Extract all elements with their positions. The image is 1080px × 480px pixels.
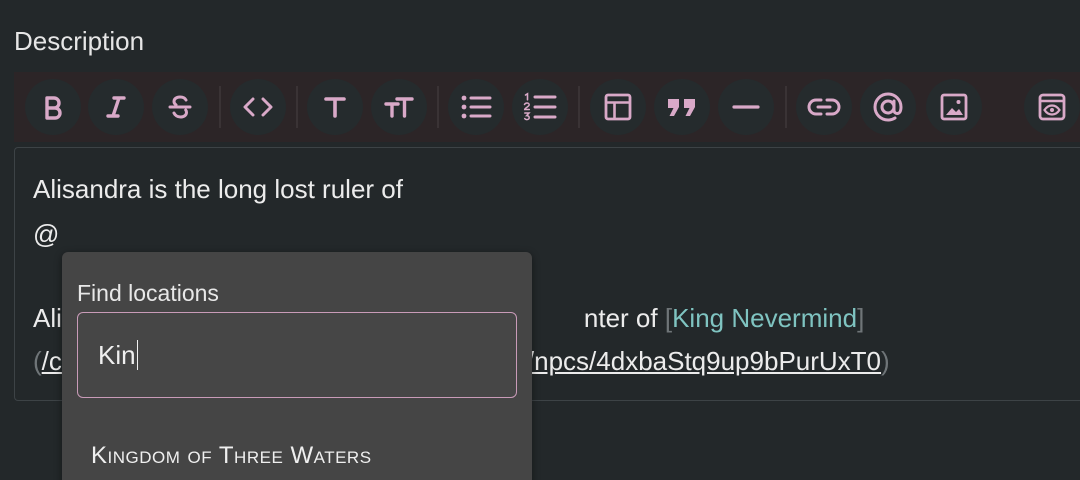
toolbar-separator: [219, 86, 221, 128]
link-bracket: ]: [857, 303, 865, 333]
code-icon: [243, 97, 273, 117]
numbered-list-button[interactable]: [512, 79, 568, 135]
quote-icon: [668, 99, 695, 116]
field-label: Description: [14, 26, 145, 56]
toolbar-separator: [296, 86, 298, 128]
link-paren: (: [33, 346, 42, 376]
heading-icon: [324, 97, 346, 118]
editor-text: Ali: [33, 303, 62, 333]
table-icon: [604, 93, 632, 121]
editor-toolbar: [14, 72, 1080, 142]
quote-button[interactable]: [654, 79, 710, 135]
editor-text: nter of: [583, 303, 665, 333]
page: Description Alisandra is the long lost r…: [0, 0, 1080, 480]
numbered-list-icon: [523, 92, 557, 121]
editor-line-mention-trigger: @: [33, 219, 60, 249]
link-button[interactable]: [796, 79, 852, 135]
editor-line: Alisandra is the long lost ruler of: [33, 174, 403, 204]
text-caret: [136, 340, 139, 370]
toolbar-separator: [437, 86, 439, 128]
italic-button[interactable]: [88, 79, 144, 135]
dropdown-result-item[interactable]: Kingdom of Three Waters: [91, 442, 372, 470]
dropdown-label: Find locations: [77, 280, 219, 306]
mention-icon: [873, 92, 903, 122]
toolbar-separator: [578, 86, 580, 128]
bullet-list-button[interactable]: [448, 79, 504, 135]
bold-icon: [45, 96, 62, 120]
toolbar-separator: [785, 86, 787, 128]
preview-icon: [1038, 93, 1066, 121]
italic-icon: [106, 96, 126, 118]
heading-button[interactable]: [307, 79, 363, 135]
image-button[interactable]: [926, 79, 982, 135]
link-bracket: [: [664, 303, 673, 333]
heading-size-icon: [384, 97, 414, 118]
strikethrough-icon: [168, 95, 192, 119]
search-value: Kin: [98, 339, 136, 370]
bullet-list-icon: [461, 95, 492, 119]
code-button[interactable]: [230, 79, 286, 135]
horizontal-rule-icon: [732, 105, 760, 109]
table-button[interactable]: [590, 79, 646, 135]
link-paren: ): [881, 346, 890, 376]
npc-link-url[interactable]: /c: [42, 346, 62, 376]
npc-link-text[interactable]: King Nevermind: [672, 303, 857, 333]
preview-button[interactable]: [1024, 79, 1080, 135]
strikethrough-button[interactable]: [152, 79, 208, 135]
horizontal-rule-button[interactable]: [718, 79, 774, 135]
bold-button[interactable]: [25, 79, 81, 135]
mention-dropdown: Find locations Kin Kingdom of Three Wate…: [62, 252, 532, 480]
image-icon: [940, 93, 968, 121]
location-search-input[interactable]: Kin: [77, 312, 517, 398]
heading-size-button[interactable]: [371, 79, 427, 135]
npc-link-url[interactable]: z/npcs/4dxbaStq9up9bPurUxT0: [514, 346, 881, 376]
mention-button[interactable]: [860, 79, 916, 135]
link-icon: [807, 98, 841, 116]
